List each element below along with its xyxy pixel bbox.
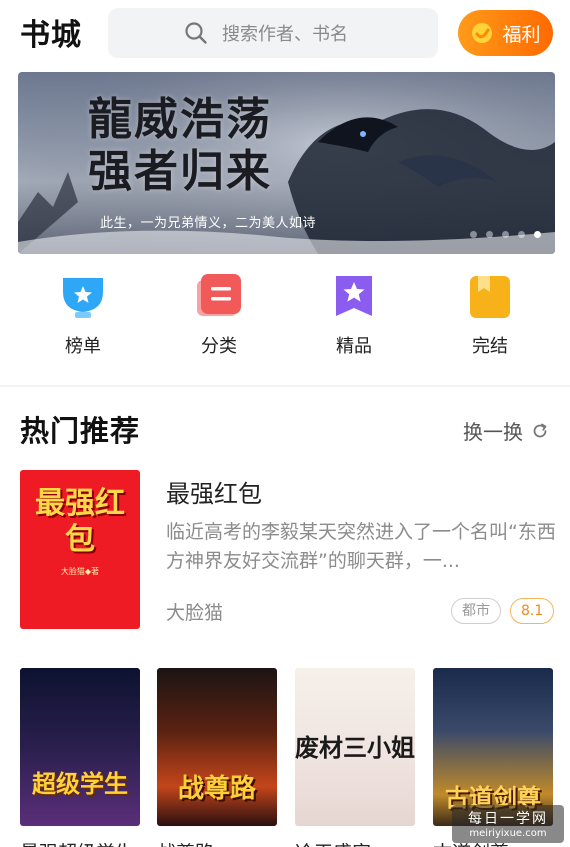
welfare-button[interactable]: 福利 (458, 10, 553, 56)
cover-title: 超级学生 (32, 769, 128, 798)
grid-book-item[interactable]: 超级学生 最强超级学生 (20, 668, 140, 847)
book-author: 大脸猫 (166, 602, 224, 624)
search-icon[interactable] (184, 21, 208, 45)
refresh-label: 换一换 (463, 420, 523, 444)
banner-subtitle: 此生，一为兄弟情义，二为美人如诗 (100, 216, 317, 231)
header: 书城 搜索作者、书名 福利 (0, 0, 570, 66)
category-label: 完结 (472, 336, 508, 357)
carousel-indicator[interactable] (470, 231, 541, 238)
book-title: 最强红包 (166, 480, 262, 508)
category-premium[interactable]: 精品 (294, 270, 414, 358)
banner-title-line2: 强者归来 (88, 146, 272, 197)
category-label: 榜单 (65, 336, 101, 357)
book-cover[interactable]: 战尊路 (157, 668, 277, 826)
banner-title-line1: 龍威浩荡 (88, 94, 272, 145)
genre-tag: 都市 (451, 598, 501, 624)
category-finished[interactable]: 完结 (430, 270, 550, 358)
star-bookmark-icon (336, 276, 372, 316)
featured-book[interactable]: 最强红包 大脸猫◆著 最强红包 临近高考的李毅某天突然进入了一个名叫“东西方神界… (20, 470, 560, 630)
carousel-dot[interactable] (486, 231, 493, 238)
welfare-label: 福利 (502, 23, 541, 46)
refresh-button[interactable]: 换一换 (463, 416, 549, 445)
category-icon (197, 274, 241, 316)
cover-title: 最强红包 (35, 486, 125, 557)
carousel-dot-active[interactable] (534, 231, 541, 238)
cover-title: 废材三小姐 (295, 733, 415, 762)
carousel-dot[interactable] (470, 231, 477, 238)
category-label: 分类 (201, 336, 237, 357)
book-cover[interactable]: 超级学生 (20, 668, 140, 826)
page-title: 书城 (20, 18, 82, 53)
coin-icon (472, 23, 493, 43)
watermark-line1: 每日一学网 (468, 811, 548, 827)
category-nav: 榜单 分类 精品 完结 (0, 270, 570, 370)
section-divider (0, 385, 570, 387)
banner-title: 龍威浩荡 强者归来 (88, 94, 272, 198)
grid-book-item[interactable]: 废材三小姐 冷王盛宠 (295, 668, 415, 847)
carousel-dot[interactable] (518, 231, 525, 238)
trophy-icon (63, 278, 103, 318)
finished-book-icon (470, 276, 510, 318)
book-cover[interactable]: 废材三小姐 (295, 668, 415, 826)
score-tag: 8.1 (510, 598, 555, 624)
book-title: 最强超级学生 (20, 838, 140, 847)
book-cover[interactable]: 最强红包 大脸猫◆著 (20, 470, 140, 629)
carousel-dot[interactable] (502, 231, 509, 238)
cover-author: 大脸猫◆著 (60, 567, 100, 576)
search-placeholder: 搜索作者、书名 (222, 24, 348, 45)
watermark-line2: meiriyixue.com (469, 828, 547, 839)
search-input[interactable]: 搜索作者、书名 (108, 8, 438, 58)
book-title: 战尊路 (157, 838, 277, 847)
book-title: 冷王盛宠 (295, 838, 415, 847)
promo-banner[interactable]: 龍威浩荡 强者归来 此生，一为兄弟情义，二为美人如诗 (18, 72, 555, 254)
category-classify[interactable]: 分类 (159, 270, 279, 358)
book-cover[interactable]: 古道剑尊 (433, 668, 553, 826)
book-description: 临近高考的李毅某天突然进入了一个名叫“东西方神界友好交流群”的聊天群，一... (166, 521, 556, 572)
refresh-icon (533, 423, 547, 437)
section-title: 热门推荐 (20, 414, 141, 448)
grid-book-item[interactable]: 战尊路 战尊路 (157, 668, 277, 847)
category-ranking[interactable]: 榜单 (23, 270, 143, 358)
site-watermark: 每日一学网 meiriyixue.com (452, 805, 564, 843)
category-label: 精品 (336, 336, 372, 357)
cover-title: 战尊路 (177, 774, 256, 804)
